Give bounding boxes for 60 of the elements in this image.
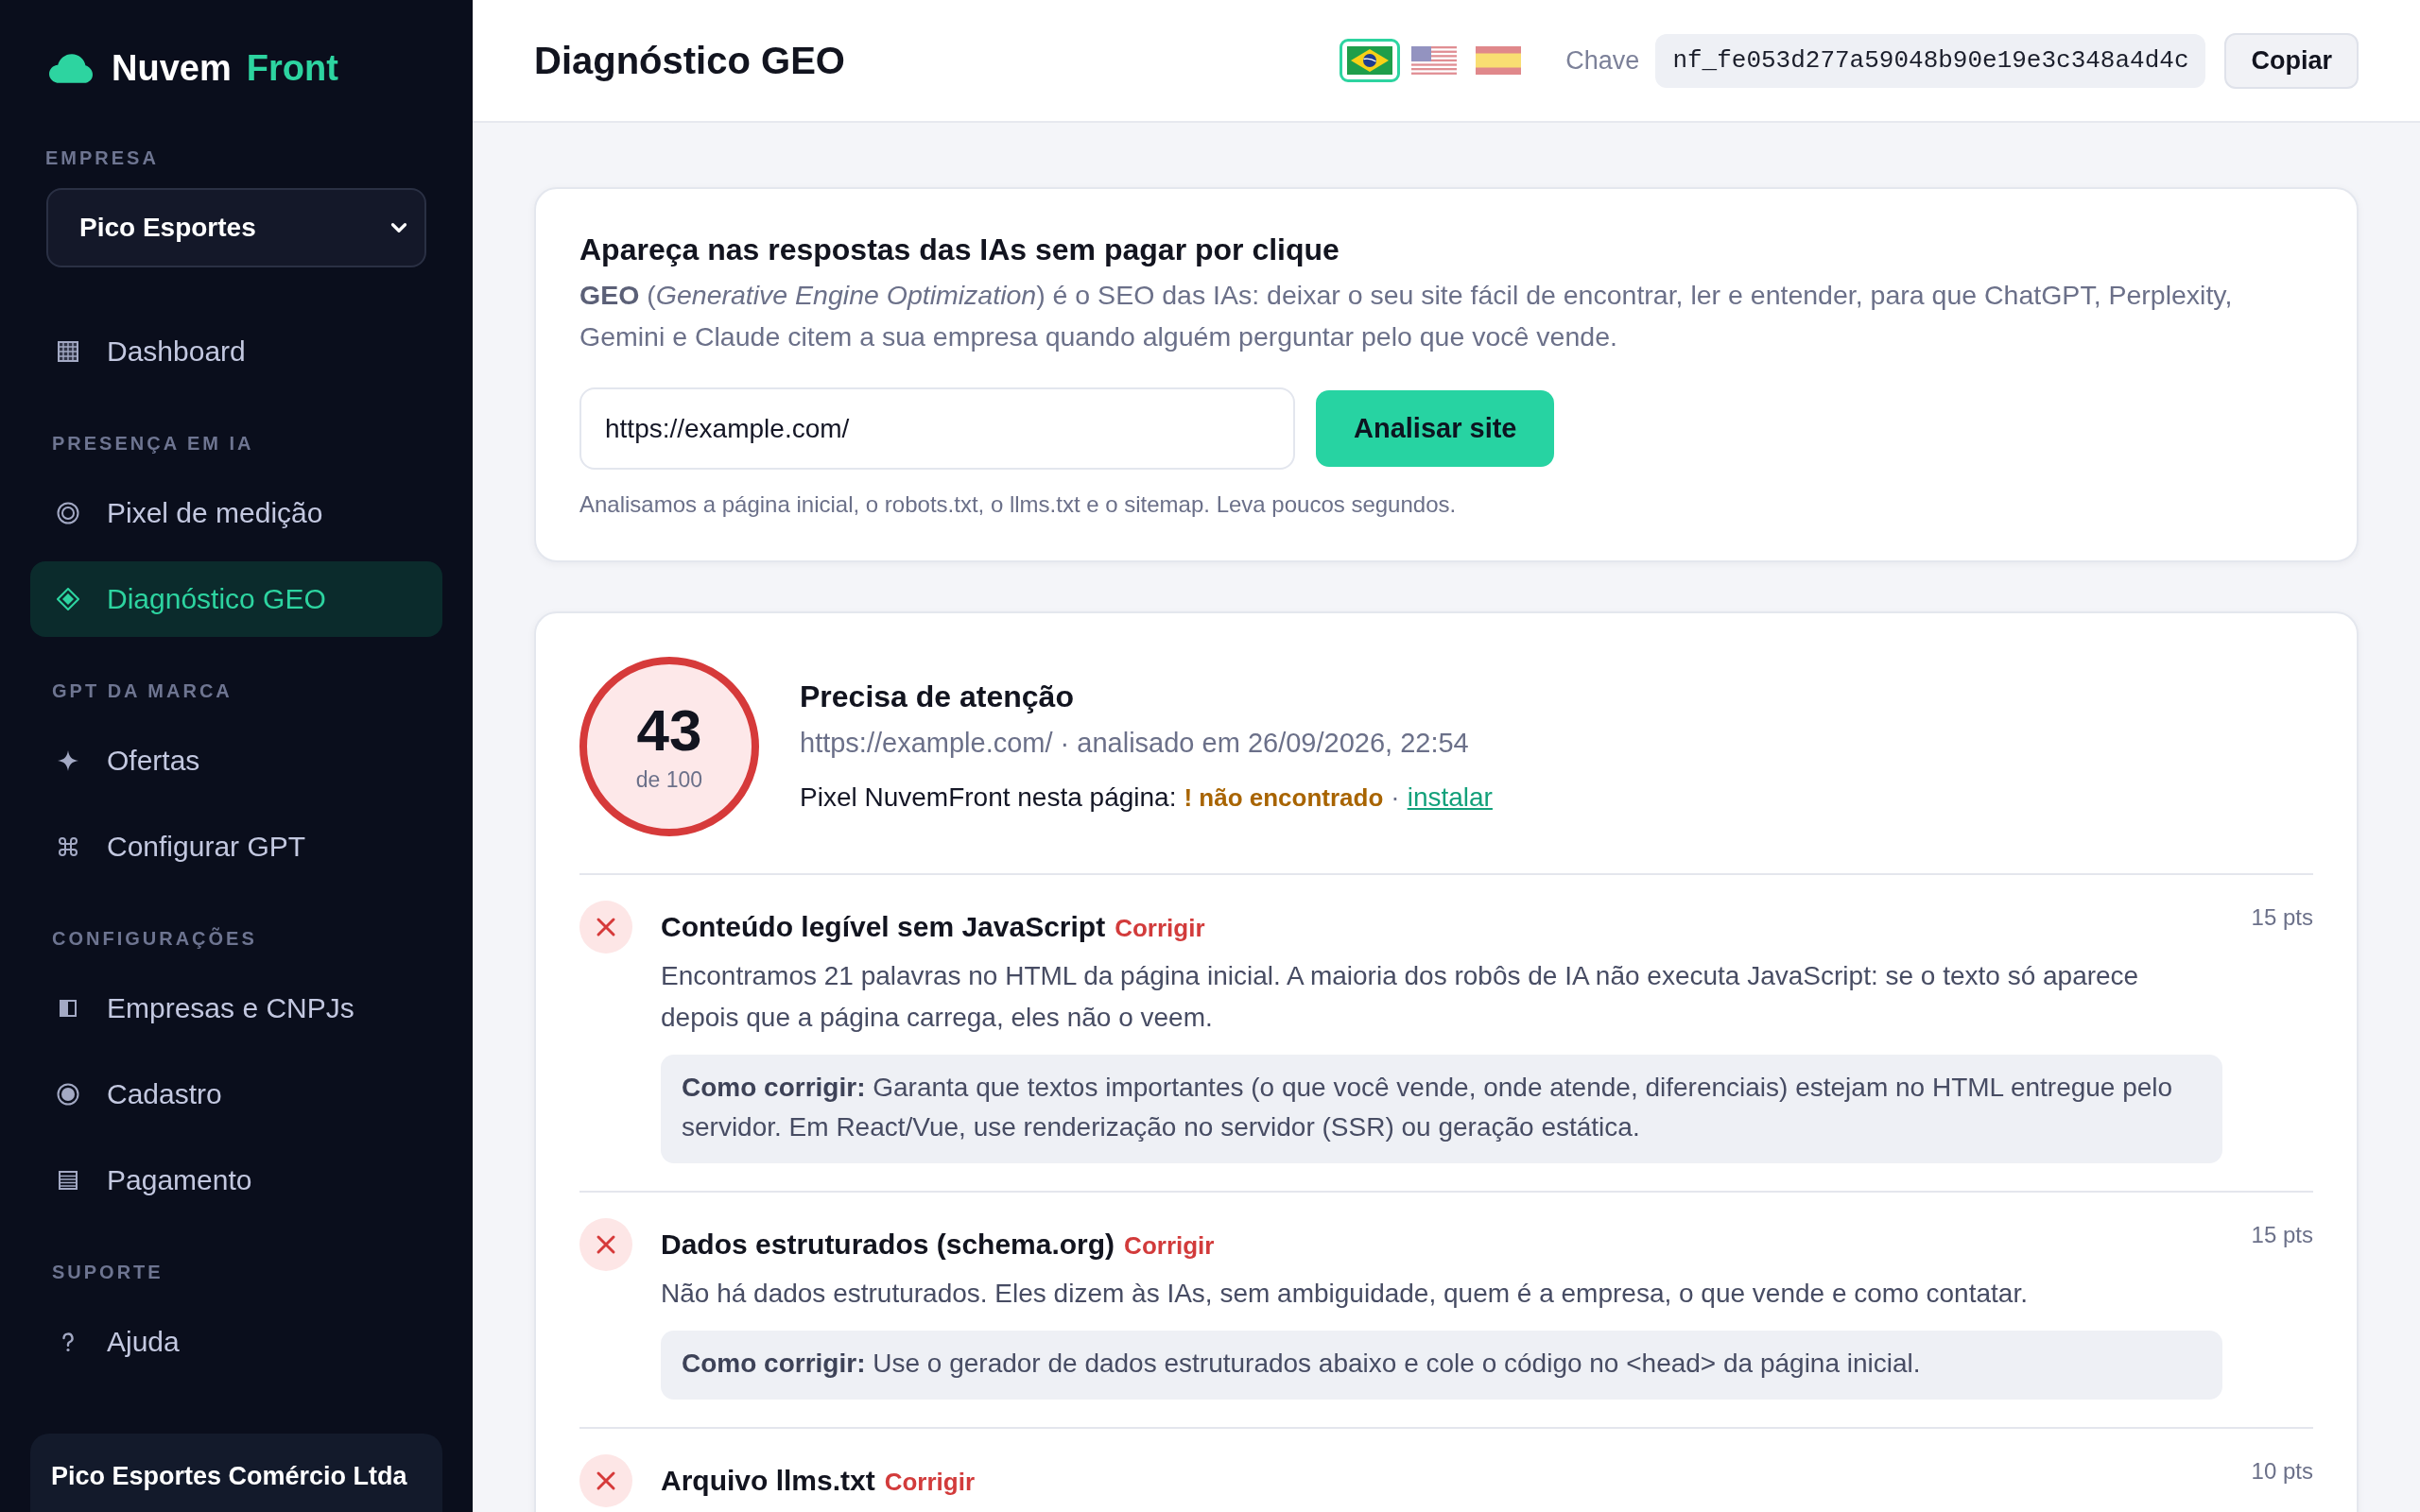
points-text: 15 pts — [2251, 903, 2313, 932]
nav-item[interactable]: Ofertas — [30, 723, 442, 799]
check-title: Arquivo llms.txt — [661, 1464, 875, 1498]
company-name: Pico Esportes Comércio Ltda — [51, 1462, 407, 1490]
analyze-button[interactable]: Analisar site — [1316, 390, 1555, 467]
section-label: SUPORTE — [51, 1261, 164, 1283]
check-title: Conteúdo legível sem JavaScript — [661, 910, 1106, 944]
pixel-status: ! não encontrado — [1184, 782, 1384, 814]
check-title: Dados estruturados (schema.org) — [661, 1228, 1115, 1262]
section-label: GPT DA MARCA — [51, 679, 233, 702]
nav-item[interactable]: Diagnóstico GEO — [30, 561, 442, 637]
spain-flag-icon — [1476, 46, 1522, 75]
nav-item[interactable]: Ajuda — [30, 1304, 442, 1380]
intro-text: GEO (Generative Engine Optimization) é o SEO das IAs: deixar o seu site fácil de encontrar, ler e entender, para que ChatGPT, Perplexity, Gemini e Claude citem a sua empresa quando alguém perguntar pelo que você vende. — [579, 279, 2234, 353]
logo-text: Nuvem — [112, 50, 232, 86]
key-label: Chave — [1565, 45, 1640, 76]
hint-text: Analisamos a página inicial, o robots.txt, o llms.txt e o sitemap. Leva poucos segundos. — [579, 490, 1458, 519]
nav-item[interactable]: Cadastro — [30, 1057, 442, 1132]
radio-icon — [57, 1083, 79, 1106]
cloud-icon — [49, 52, 93, 84]
nav-item[interactable]: Pagamento — [30, 1143, 442, 1218]
points-text: 15 pts — [2251, 1221, 2313, 1249]
card-title: Apareça nas respostas das IAs sem pagar por clique — [579, 232, 1340, 268]
grid-icon — [57, 340, 79, 363]
api-key-field[interactable]: nf_fe053d277a59048b90e19e3c348a4d4c — [1655, 33, 2206, 88]
company-select[interactable]: Pico Esportes — [46, 188, 426, 267]
check-status: Corrigir — [1124, 1230, 1215, 1262]
half-square-icon — [57, 997, 79, 1020]
command-icon — [57, 835, 79, 858]
list-icon — [57, 1169, 79, 1192]
check-status: Corrigir — [884, 1467, 976, 1498]
check-status: Corrigir — [1115, 913, 1205, 944]
target-icon — [57, 502, 79, 524]
nav-item[interactable]: Dashboard — [30, 314, 442, 389]
section-label: PRESENÇA EM IA — [51, 432, 255, 455]
fix-note: Como corrigir: Garanta que textos importantes (o que você vende, onde atende, diferenciais) estejam no HTML entregue pelo servidor. Em React/Vue, use renderização no servidor (SSR) ou geração estática. — [661, 1055, 2222, 1163]
check-description: Encontramos 21 palavras no HTML da página inicial. A maioria dos robôs de IA não executa JavaScript: se o texto só aparece depois que a página carrega, eles não o veem. — [661, 960, 2140, 1034]
url-input-field[interactable]: https://example.com/ — [579, 387, 1295, 470]
brazil-flag-icon — [1347, 46, 1393, 75]
diamond-icon — [57, 588, 79, 610]
points-text: 10 pts — [2251, 1457, 2313, 1486]
language-button[interactable] — [1340, 39, 1401, 82]
score-max: de 100 — [635, 766, 703, 793]
pixel-label: Pixel NuvemFront nesta página: — [800, 782, 1177, 814]
verdict-text: Precisa de atenção — [800, 679, 1075, 715]
nav-item[interactable]: Configurar GPT — [30, 809, 442, 885]
analysis-meta: https://example.com/ · analisado em 26/09/2026, 22:54 — [800, 727, 1470, 760]
section-label: CONFIGURAÇÕES — [51, 927, 258, 950]
us-flag-icon — [1411, 46, 1458, 75]
page-title: Diagnóstico GEO — [534, 39, 846, 82]
separator-dot: · — [1391, 782, 1400, 814]
nav-item[interactable]: Pixel de medição — [30, 475, 442, 551]
sparkle-icon — [57, 749, 79, 772]
check-description: Não há dados estruturados. Eles dizem às IAs, sem ambiguidade, quem é a empresa, o que vende e como contatar. — [661, 1278, 2029, 1310]
score-value: 43 — [636, 700, 702, 760]
section-label: EMPRESA — [44, 146, 160, 169]
fix-note: Como corrigir: Use o gerador de dados estruturados abaixo e cole o código no <head> da página inicial. — [661, 1331, 2222, 1400]
logo-text: Front — [246, 50, 338, 86]
copy-button[interactable]: Copiar — [2224, 32, 2359, 89]
nav-item[interactable]: Empresas e CNPJs — [30, 971, 442, 1046]
